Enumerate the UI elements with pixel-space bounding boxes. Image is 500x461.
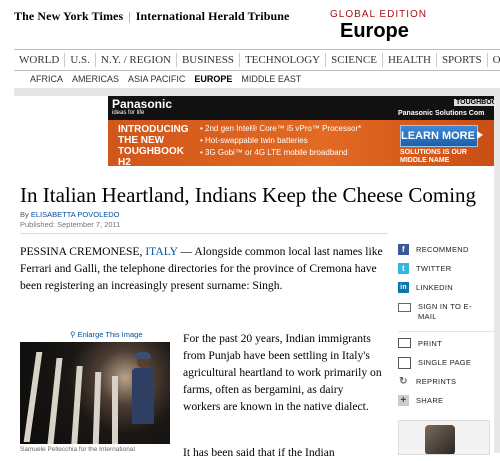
iht-logo-text[interactable]: International Herald Tribune	[136, 9, 290, 23]
nav-item-us[interactable]: U.S.	[65, 53, 96, 67]
enlarge-label: Enlarge This Image	[77, 330, 143, 339]
twitter-label: TWITTER	[416, 264, 452, 273]
enlarge-image-link[interactable]: ⚲ Enlarge This Image	[70, 330, 143, 339]
ad-bullet: 2nd gen Intel® Core™ i5 vPro™ Processor*	[200, 123, 361, 135]
photo-worker	[132, 352, 154, 424]
subnav-item-europe[interactable]: EUROPE	[194, 74, 232, 84]
linkedin-icon: in	[398, 282, 409, 293]
print-button[interactable]: PRINT	[398, 338, 498, 357]
subnav-item-asia-pacific[interactable]: ASIA PACIFIC	[128, 74, 185, 84]
ad-body: INTRODUCING THE NEW TOUGHBOOK H2 2nd gen…	[108, 120, 500, 168]
byline-prefix: By	[20, 210, 29, 219]
author-link[interactable]: ELISABETTA POVOLEDO	[31, 210, 120, 219]
learn-more-button[interactable]: LEARN MORE	[400, 125, 483, 147]
photo-bar	[47, 358, 63, 444]
section-nav: WORLD U.S. N.Y. / REGION BUSINESS TECHNO…	[14, 49, 500, 71]
twitter-icon: t	[398, 263, 409, 274]
reprints-icon: ↻	[398, 376, 409, 387]
email-button[interactable]: SIGN IN TO E-MAIL	[398, 301, 498, 329]
share-icon: +	[398, 395, 409, 406]
nav-item-opinion[interactable]: OPINION	[488, 53, 500, 67]
sidebar-ad-thumbnail[interactable]	[398, 420, 490, 455]
magnifier-icon: ⚲	[70, 330, 76, 339]
site-logo[interactable]: The New York Times | International Herald …	[14, 9, 289, 24]
italy-topic-link[interactable]: ITALY	[145, 245, 177, 258]
nav-item-technology[interactable]: TECHNOLOGY	[240, 53, 327, 67]
nav-divider-bar	[14, 88, 500, 96]
print-icon	[398, 338, 411, 348]
ad-bullet: 3G Gobi™ or 4G LTE mobile broadband	[200, 147, 361, 159]
ad-figure-image	[425, 425, 455, 454]
linkedin-button[interactable]: in LINKEDIN	[398, 282, 498, 301]
subnav-item-africa[interactable]: AFRICA	[30, 74, 63, 84]
photo-bar	[92, 372, 102, 444]
share-button[interactable]: + SHARE	[398, 395, 498, 414]
photo-bar	[71, 366, 83, 444]
email-icon	[398, 303, 411, 312]
tools-divider	[398, 331, 498, 332]
photo-bar	[23, 352, 43, 442]
dateline: PESSINA CREMONESE,	[20, 245, 143, 258]
logo-separator: |	[128, 9, 131, 23]
print-label: PRINT	[418, 339, 442, 348]
ad-tagline: ideas for life	[112, 110, 145, 116]
article-headline: In Italian Heartland, Indians Keep the C…	[20, 183, 477, 207]
facebook-icon: f	[398, 244, 409, 255]
ad-solutions-label: Panasonic Solutions Com	[398, 110, 485, 117]
learn-more-label: LEARN MORE	[401, 130, 475, 142]
body-paragraph: For the past 20 years, Indian immigrants…	[183, 332, 382, 413]
edition-label: GLOBAL EDITION	[330, 9, 427, 20]
reprints-button[interactable]: ↻ REPRINTS	[398, 376, 498, 395]
reprints-label: REPRINTS	[416, 377, 457, 386]
masthead: The New York Times | International Herald …	[0, 0, 500, 46]
nav-item-business[interactable]: BUSINESS	[177, 53, 240, 67]
nav-item-world[interactable]: WORLD	[14, 53, 66, 67]
edition-region: Europe	[340, 20, 409, 42]
nav-item-science[interactable]: SCIENCE	[326, 53, 383, 67]
linkedin-label: LINKEDIN	[416, 283, 453, 292]
byline: By ELISABETTA POVOLEDO	[20, 210, 120, 219]
photo-caption: Samuele Pellecchia for the International	[20, 446, 135, 453]
ad-toughbook-label: TOUGHBOO	[454, 99, 500, 106]
recommend-button[interactable]: f RECOMMEND	[398, 244, 498, 263]
play-arrow-icon	[476, 131, 483, 139]
ad-intro-text: INTRODUCING THE NEW TOUGHBOOK H2	[118, 124, 189, 168]
ad-brand: Panasonic	[112, 97, 173, 111]
email-label: SIGN IN TO E-MAIL	[418, 302, 472, 321]
subsection-nav: AFRICA AMERICAS ASIA PACIFIC EUROPE MIDD…	[30, 74, 310, 84]
recommend-label: RECOMMEND	[416, 245, 469, 254]
nav-item-ny-region[interactable]: N.Y. / REGION	[96, 53, 177, 67]
single-page-icon	[398, 357, 411, 369]
article-photo[interactable]	[20, 342, 170, 444]
lead-paragraph: PESSINA CREMONESE, ITALY — Alongside com…	[20, 243, 385, 294]
published-date: Published: September 7, 2011	[20, 220, 121, 229]
banner-ad[interactable]: Panasonic ideas for life TOUGHBOO Panaso…	[108, 96, 500, 168]
ad-header: Panasonic ideas for life TOUGHBOO Panaso…	[108, 96, 500, 120]
ad-footer-text: SOLUTIONS IS OUR MIDDLE NAME	[400, 149, 467, 164]
single-page-label: SINGLE PAGE	[418, 358, 472, 367]
ad-bullets: 2nd gen Intel® Core™ i5 vPro™ Processor*…	[200, 123, 361, 159]
article-tools: f RECOMMEND t TWITTER in LINKEDIN SIGN IN T…	[398, 244, 498, 414]
single-page-button[interactable]: SINGLE PAGE	[398, 357, 498, 376]
twitter-button[interactable]: t TWITTER	[398, 263, 498, 282]
share-label: SHARE	[416, 396, 444, 405]
nav-item-health[interactable]: HEALTH	[383, 53, 437, 67]
subnav-item-middle-east[interactable]: MIDDLE EAST	[241, 74, 301, 84]
subnav-item-americas[interactable]: AMERICAS	[72, 74, 119, 84]
header-divider	[20, 233, 388, 234]
nyt-logo-text[interactable]: The New York Times	[14, 9, 123, 23]
photo-bar	[112, 376, 118, 444]
ad-bullet: Hot-swappable twin batteries	[200, 135, 361, 147]
nav-item-sports[interactable]: SPORTS	[437, 53, 488, 67]
